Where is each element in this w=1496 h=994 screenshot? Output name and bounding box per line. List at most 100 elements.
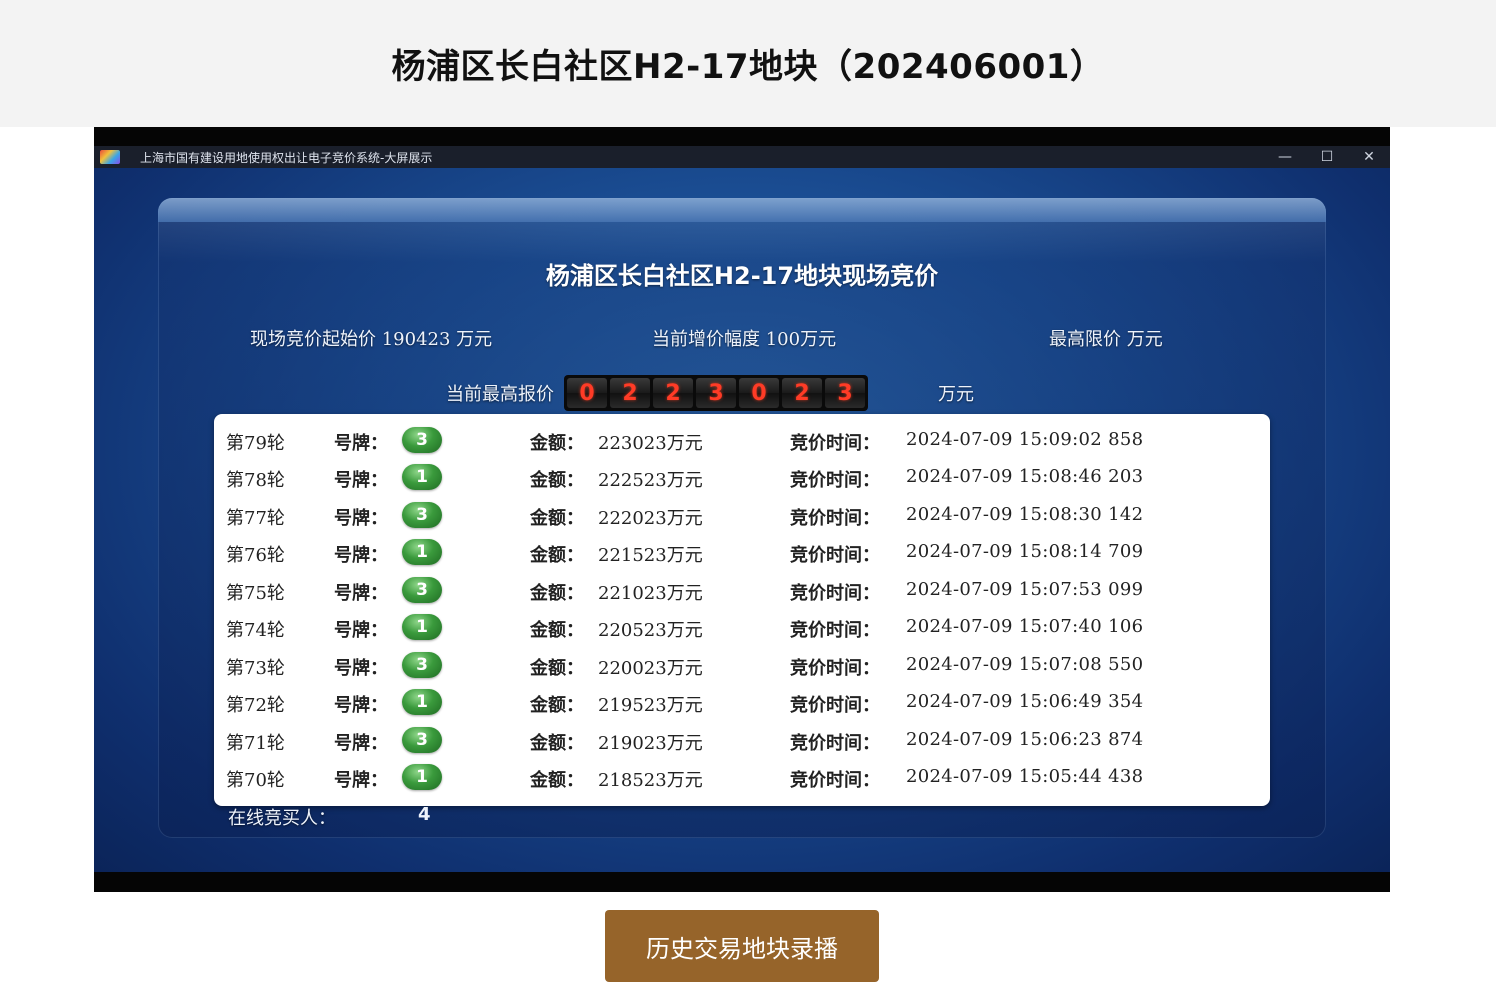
plate-badge: 3: [402, 727, 442, 753]
bid-time: 2024-07-09 15:08:14 709: [906, 541, 1144, 562]
time-label: 竞价时间：: [790, 583, 880, 604]
minimize-icon[interactable]: —: [1264, 146, 1306, 168]
bid-round: 第79轮: [226, 433, 285, 454]
auction-panel: 杨浦区长白社区H2-17地块现场竞价 现场竞价起始价 190423 万元 当前增…: [158, 198, 1326, 838]
plate-badge: 3: [402, 652, 442, 678]
bid-row: 第79轮 号牌： 3 金额： 223023万元 竞价时间： 2024-07-09…: [214, 422, 1270, 459]
bid-round: 第78轮: [226, 470, 285, 491]
online-bidders-count: 4: [418, 804, 431, 825]
bid-round: 第73轮: [226, 658, 285, 679]
maximize-icon[interactable]: ☐: [1306, 146, 1348, 168]
plate-badge: 3: [402, 502, 442, 528]
online-bidders-label: 在线竞买人：: [228, 808, 336, 829]
plate-badge: 1: [402, 689, 442, 715]
amount-label: 金额：: [530, 733, 584, 754]
current-price-display: 0 2 2 3 0 2 3: [564, 375, 868, 411]
bid-list: 第79轮 号牌： 3 金额： 223023万元 竞价时间： 2024-07-09…: [214, 414, 1270, 806]
price-digit: 0: [567, 378, 607, 408]
bid-row: 第71轮 号牌： 3 金额： 219023万元 竞价时间： 2024-07-09…: [214, 722, 1270, 759]
plate-label: 号牌：: [334, 433, 388, 454]
bid-amount: 220023万元: [598, 658, 703, 679]
bid-amount: 222523万元: [598, 470, 703, 491]
panel-top-bar: [158, 198, 1326, 222]
price-digit: 0: [739, 378, 779, 408]
bid-row: 第73轮 号牌： 3 金额： 220023万元 竞价时间： 2024-07-09…: [214, 647, 1270, 684]
time-label: 竞价时间：: [790, 508, 880, 529]
time-label: 竞价时间：: [790, 470, 880, 491]
time-label: 竞价时间：: [790, 433, 880, 454]
video-frame: 上海市国有建设用地使用权出让电子竞价系统-大屏展示 — ☐ ✕ 杨浦区长白社区H…: [94, 127, 1390, 892]
bid-row: 第76轮 号牌： 1 金额： 221523万元 竞价时间： 2024-07-09…: [214, 534, 1270, 571]
price-cap: 最高限价 万元: [1049, 329, 1163, 350]
price-digit: 2: [782, 378, 822, 408]
amount-label: 金额：: [530, 508, 584, 529]
window-footer: [94, 872, 1390, 892]
plate-badge: 1: [402, 764, 442, 790]
bid-amount: 218523万元: [598, 770, 703, 791]
bid-round: 第74轮: [226, 620, 285, 641]
bid-time: 2024-07-09 15:05:44 438: [906, 766, 1144, 787]
plate-badge: 1: [402, 464, 442, 490]
time-label: 竞价时间：: [790, 770, 880, 791]
plate-label: 号牌：: [334, 770, 388, 791]
plate-label: 号牌：: [334, 733, 388, 754]
amount-label: 金额：: [530, 620, 584, 641]
amount-label: 金额：: [530, 433, 584, 454]
page-title: 杨浦区长白社区H2-17地块（202406001）: [391, 47, 1105, 87]
time-label: 竞价时间：: [790, 620, 880, 641]
plate-label: 号牌：: [334, 620, 388, 641]
app-logo-icon: [100, 150, 120, 164]
plate-label: 号牌：: [334, 695, 388, 716]
time-label: 竞价时间：: [790, 695, 880, 716]
bid-time: 2024-07-09 15:06:49 354: [906, 691, 1144, 712]
bid-row: 第70轮 号牌： 1 金额： 218523万元 竞价时间： 2024-07-09…: [214, 759, 1270, 796]
bid-round: 第71轮: [226, 733, 285, 754]
amount-label: 金额：: [530, 658, 584, 679]
amount-label: 金额：: [530, 583, 584, 604]
bid-round: 第77轮: [226, 508, 285, 529]
page-header: 杨浦区长白社区H2-17地块（202406001）: [0, 0, 1496, 127]
bid-amount: 220523万元: [598, 620, 703, 641]
plate-badge: 3: [402, 577, 442, 603]
bid-time: 2024-07-09 15:08:46 203: [906, 466, 1144, 487]
plate-label: 号牌：: [334, 508, 388, 529]
current-price-label: 当前最高报价: [446, 384, 554, 405]
plate-badge: 1: [402, 614, 442, 640]
price-digit: 3: [825, 378, 865, 408]
plate-label: 号牌：: [334, 470, 388, 491]
amount-label: 金额：: [530, 695, 584, 716]
bid-row: 第78轮 号牌： 1 金额： 222523万元 竞价时间： 2024-07-09…: [214, 459, 1270, 496]
window-controls: — ☐ ✕: [1264, 146, 1390, 168]
bid-round: 第72轮: [226, 695, 285, 716]
plate-label: 号牌：: [334, 583, 388, 604]
close-icon[interactable]: ✕: [1348, 146, 1390, 168]
price-digit: 2: [610, 378, 650, 408]
start-price: 现场竞价起始价 190423 万元: [250, 329, 493, 350]
bid-time: 2024-07-09 15:06:23 874: [906, 729, 1144, 750]
bid-amount: 221023万元: [598, 583, 703, 604]
bid-amount: 222023万元: [598, 508, 703, 529]
bid-time: 2024-07-09 15:09:02 858: [906, 429, 1144, 450]
plate-label: 号牌：: [334, 658, 388, 679]
time-label: 竞价时间：: [790, 658, 880, 679]
price-digit: 2: [653, 378, 693, 408]
current-price-row: 当前最高报价 0 2 2 3 0 2 3 万元: [446, 375, 974, 411]
bid-time: 2024-07-09 15:07:08 550: [906, 654, 1144, 675]
auction-title: 杨浦区长白社区H2-17地块现场竞价: [545, 262, 939, 290]
window-title: 上海市国有建设用地使用权出让电子竞价系统-大屏展示: [140, 150, 433, 165]
bid-time: 2024-07-09 15:07:53 099: [906, 579, 1144, 600]
price-digit: 3: [696, 378, 736, 408]
plate-label: 号牌：: [334, 545, 388, 566]
history-replay-button[interactable]: 历史交易地块录播: [605, 910, 879, 982]
bid-row: 第75轮 号牌： 3 金额： 221023万元 竞价时间： 2024-07-09…: [214, 572, 1270, 609]
window-titlebar: 上海市国有建设用地使用权出让电子竞价系统-大屏展示 — ☐ ✕: [94, 146, 1390, 168]
bid-amount: 219023万元: [598, 733, 703, 754]
plate-badge: 1: [402, 539, 442, 565]
plate-badge: 3: [402, 427, 442, 453]
bid-amount: 221523万元: [598, 545, 703, 566]
bid-time: 2024-07-09 15:07:40 106: [906, 616, 1144, 637]
bid-amount: 219523万元: [598, 695, 703, 716]
bid-time: 2024-07-09 15:08:30 142: [906, 504, 1144, 525]
bid-row: 第74轮 号牌： 1 金额： 220523万元 竞价时间： 2024-07-09…: [214, 609, 1270, 646]
price-increment: 当前增价幅度 100万元: [652, 329, 837, 350]
